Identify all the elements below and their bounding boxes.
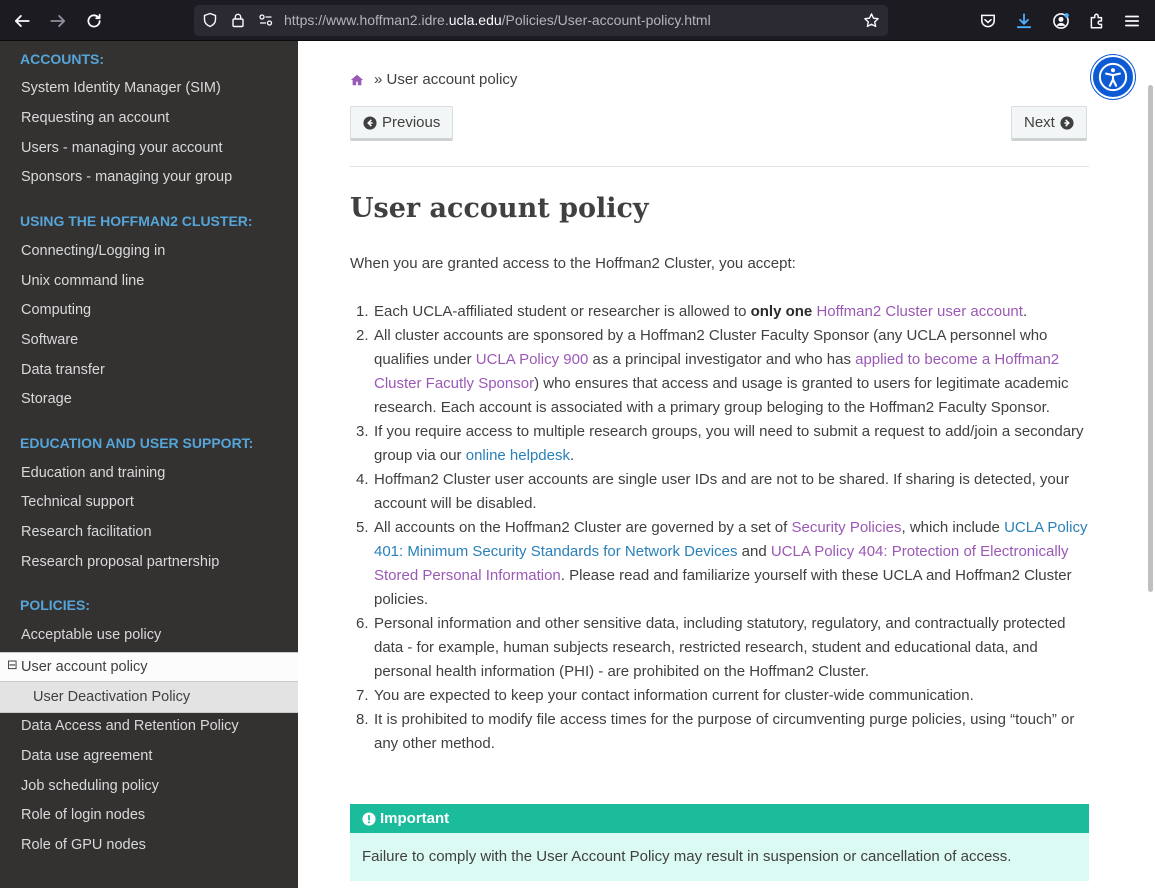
- bookmark-star-icon[interactable]: [862, 11, 880, 29]
- nav-item-research-facilitation[interactable]: Research facilitation: [21, 524, 152, 540]
- list-item: 8. It is prohibited to modify file access…: [356, 711, 1075, 752]
- back-icon[interactable]: [9, 8, 35, 34]
- next-button[interactable]: Next: [1011, 106, 1087, 141]
- previous-label: Previous: [382, 114, 441, 131]
- caption-education-support: EDUCATION AND USER SUPPORT:: [20, 435, 254, 451]
- nav-item-login-nodes[interactable]: Role of login nodes: [21, 807, 145, 823]
- nav-current-label: User account policy: [21, 659, 148, 675]
- nav-item-education[interactable]: Education and training: [21, 465, 165, 481]
- pocket-icon[interactable]: [975, 8, 1001, 34]
- exclamation-circle-icon: [362, 811, 376, 826]
- nav-item-connecting[interactable]: Connecting/Logging in: [21, 243, 165, 259]
- download-icon[interactable]: [1011, 8, 1037, 34]
- important-admonition-body: Failure to comply with the User Account …: [350, 833, 1089, 881]
- url-text: https://www.hoffman2.idre.ucla.edu/Polic…: [284, 12, 711, 28]
- nav-item-data-transfer[interactable]: Data transfer: [21, 362, 105, 378]
- list-item: 5. All accounts on the Hoffman2 Cluster a…: [356, 519, 1088, 608]
- reload-icon[interactable]: [81, 8, 107, 34]
- list-item: 1. Each UCLA-affiliated student or resear…: [356, 303, 1028, 320]
- nav-item-acceptable-use[interactable]: Acceptable use policy: [21, 627, 161, 643]
- nav-item-technical-support[interactable]: Technical support: [21, 494, 134, 510]
- breadcrumb: » User account policy: [350, 71, 517, 88]
- nav-item-software[interactable]: Software: [21, 332, 78, 348]
- list-item: 4. Hoffman2 Cluster user accounts are sin…: [356, 471, 1070, 512]
- extensions-icon[interactable]: [1084, 8, 1110, 34]
- nav-item-data-access-retention[interactable]: Data Access and Retention Policy: [21, 718, 239, 734]
- security-policies-link[interactable]: Security Policies: [791, 519, 901, 536]
- page-title: User account policy: [350, 193, 649, 224]
- lock-icon[interactable]: [229, 11, 247, 29]
- menu-icon[interactable]: [1119, 8, 1145, 34]
- accessibility-icon[interactable]: [1091, 55, 1135, 99]
- caption-accounts: ACCOUNTS:: [20, 51, 104, 67]
- nav-item-storage[interactable]: Storage: [21, 391, 72, 407]
- arrow-left-circle-icon: [363, 115, 377, 130]
- browser-toolbar: https://www.hoffman2.idre.ucla.edu/Polic…: [0, 0, 1155, 41]
- list-item: 7. You are expected to keep your contact …: [356, 687, 974, 704]
- forward-icon[interactable]: [45, 8, 71, 34]
- account-icon[interactable]: [1048, 8, 1074, 34]
- sidebar-nav: ACCOUNTS: System Identity Manager (SIM) …: [0, 41, 298, 888]
- online-helpdesk-link[interactable]: online helpdesk: [466, 447, 570, 464]
- caption-using-cluster: USING THE HOFFMAN2 CLUSTER:: [20, 213, 253, 229]
- arrow-right-circle-icon: [1060, 115, 1074, 130]
- collapse-toggle-icon[interactable]: ⊟: [7, 658, 18, 671]
- nav-item-sponsors-managing[interactable]: Sponsors - managing your group: [21, 169, 232, 185]
- nav-item-users-managing[interactable]: Users - managing your account: [21, 140, 223, 156]
- policy-list: 1. Each UCLA-affiliated student or resear…: [350, 300, 1090, 756]
- nav-item-user-account-policy[interactable]: ⊟ User account policy: [0, 652, 298, 682]
- intro-text: When you are granted access to the Hoffm…: [350, 255, 796, 272]
- nav-sub-label: User Deactivation Policy: [33, 689, 191, 705]
- permissions-icon[interactable]: [257, 11, 275, 29]
- important-admonition-title: Important: [350, 804, 1089, 833]
- nav-item-user-deactivation[interactable]: User Deactivation Policy: [0, 682, 298, 713]
- nav-item-requesting-account[interactable]: Requesting an account: [21, 110, 169, 126]
- nav-item-data-use-agreement[interactable]: Data use agreement: [21, 748, 152, 764]
- caption-policies: POLICIES:: [20, 597, 91, 613]
- nav-item-research-proposal[interactable]: Research proposal partnership: [21, 554, 219, 570]
- nav-item-gpu-nodes[interactable]: Role of GPU nodes: [21, 837, 146, 853]
- nav-item-unix[interactable]: Unix command line: [21, 273, 144, 289]
- list-item: 2. All cluster accounts are sponsored by …: [356, 327, 1069, 416]
- home-icon[interactable]: [350, 73, 364, 87]
- main-content: » User account policy Previous Next User…: [298, 41, 1155, 888]
- hoffman2-account-link[interactable]: Hoffman2 Cluster user account: [816, 303, 1023, 320]
- list-item: 6. Personal information and other sensiti…: [356, 615, 1066, 680]
- previous-button[interactable]: Previous: [350, 106, 454, 141]
- page-scrollbar[interactable]: [1148, 85, 1153, 592]
- url-bar[interactable]: https://www.hoffman2.idre.ucla.edu/Polic…: [194, 5, 888, 36]
- shield-icon[interactable]: [201, 11, 219, 29]
- divider: [350, 166, 1089, 167]
- ucla-policy-900-link[interactable]: UCLA Policy 900: [476, 351, 589, 368]
- list-item: 3. If you require access to multiple rese…: [356, 423, 1084, 464]
- nav-item-job-scheduling[interactable]: Job scheduling policy: [21, 778, 159, 794]
- next-label: Next: [1024, 114, 1055, 131]
- breadcrumb-current: » User account policy: [374, 71, 518, 88]
- nav-item-computing[interactable]: Computing: [21, 302, 91, 318]
- nav-item-sim[interactable]: System Identity Manager (SIM): [21, 80, 221, 96]
